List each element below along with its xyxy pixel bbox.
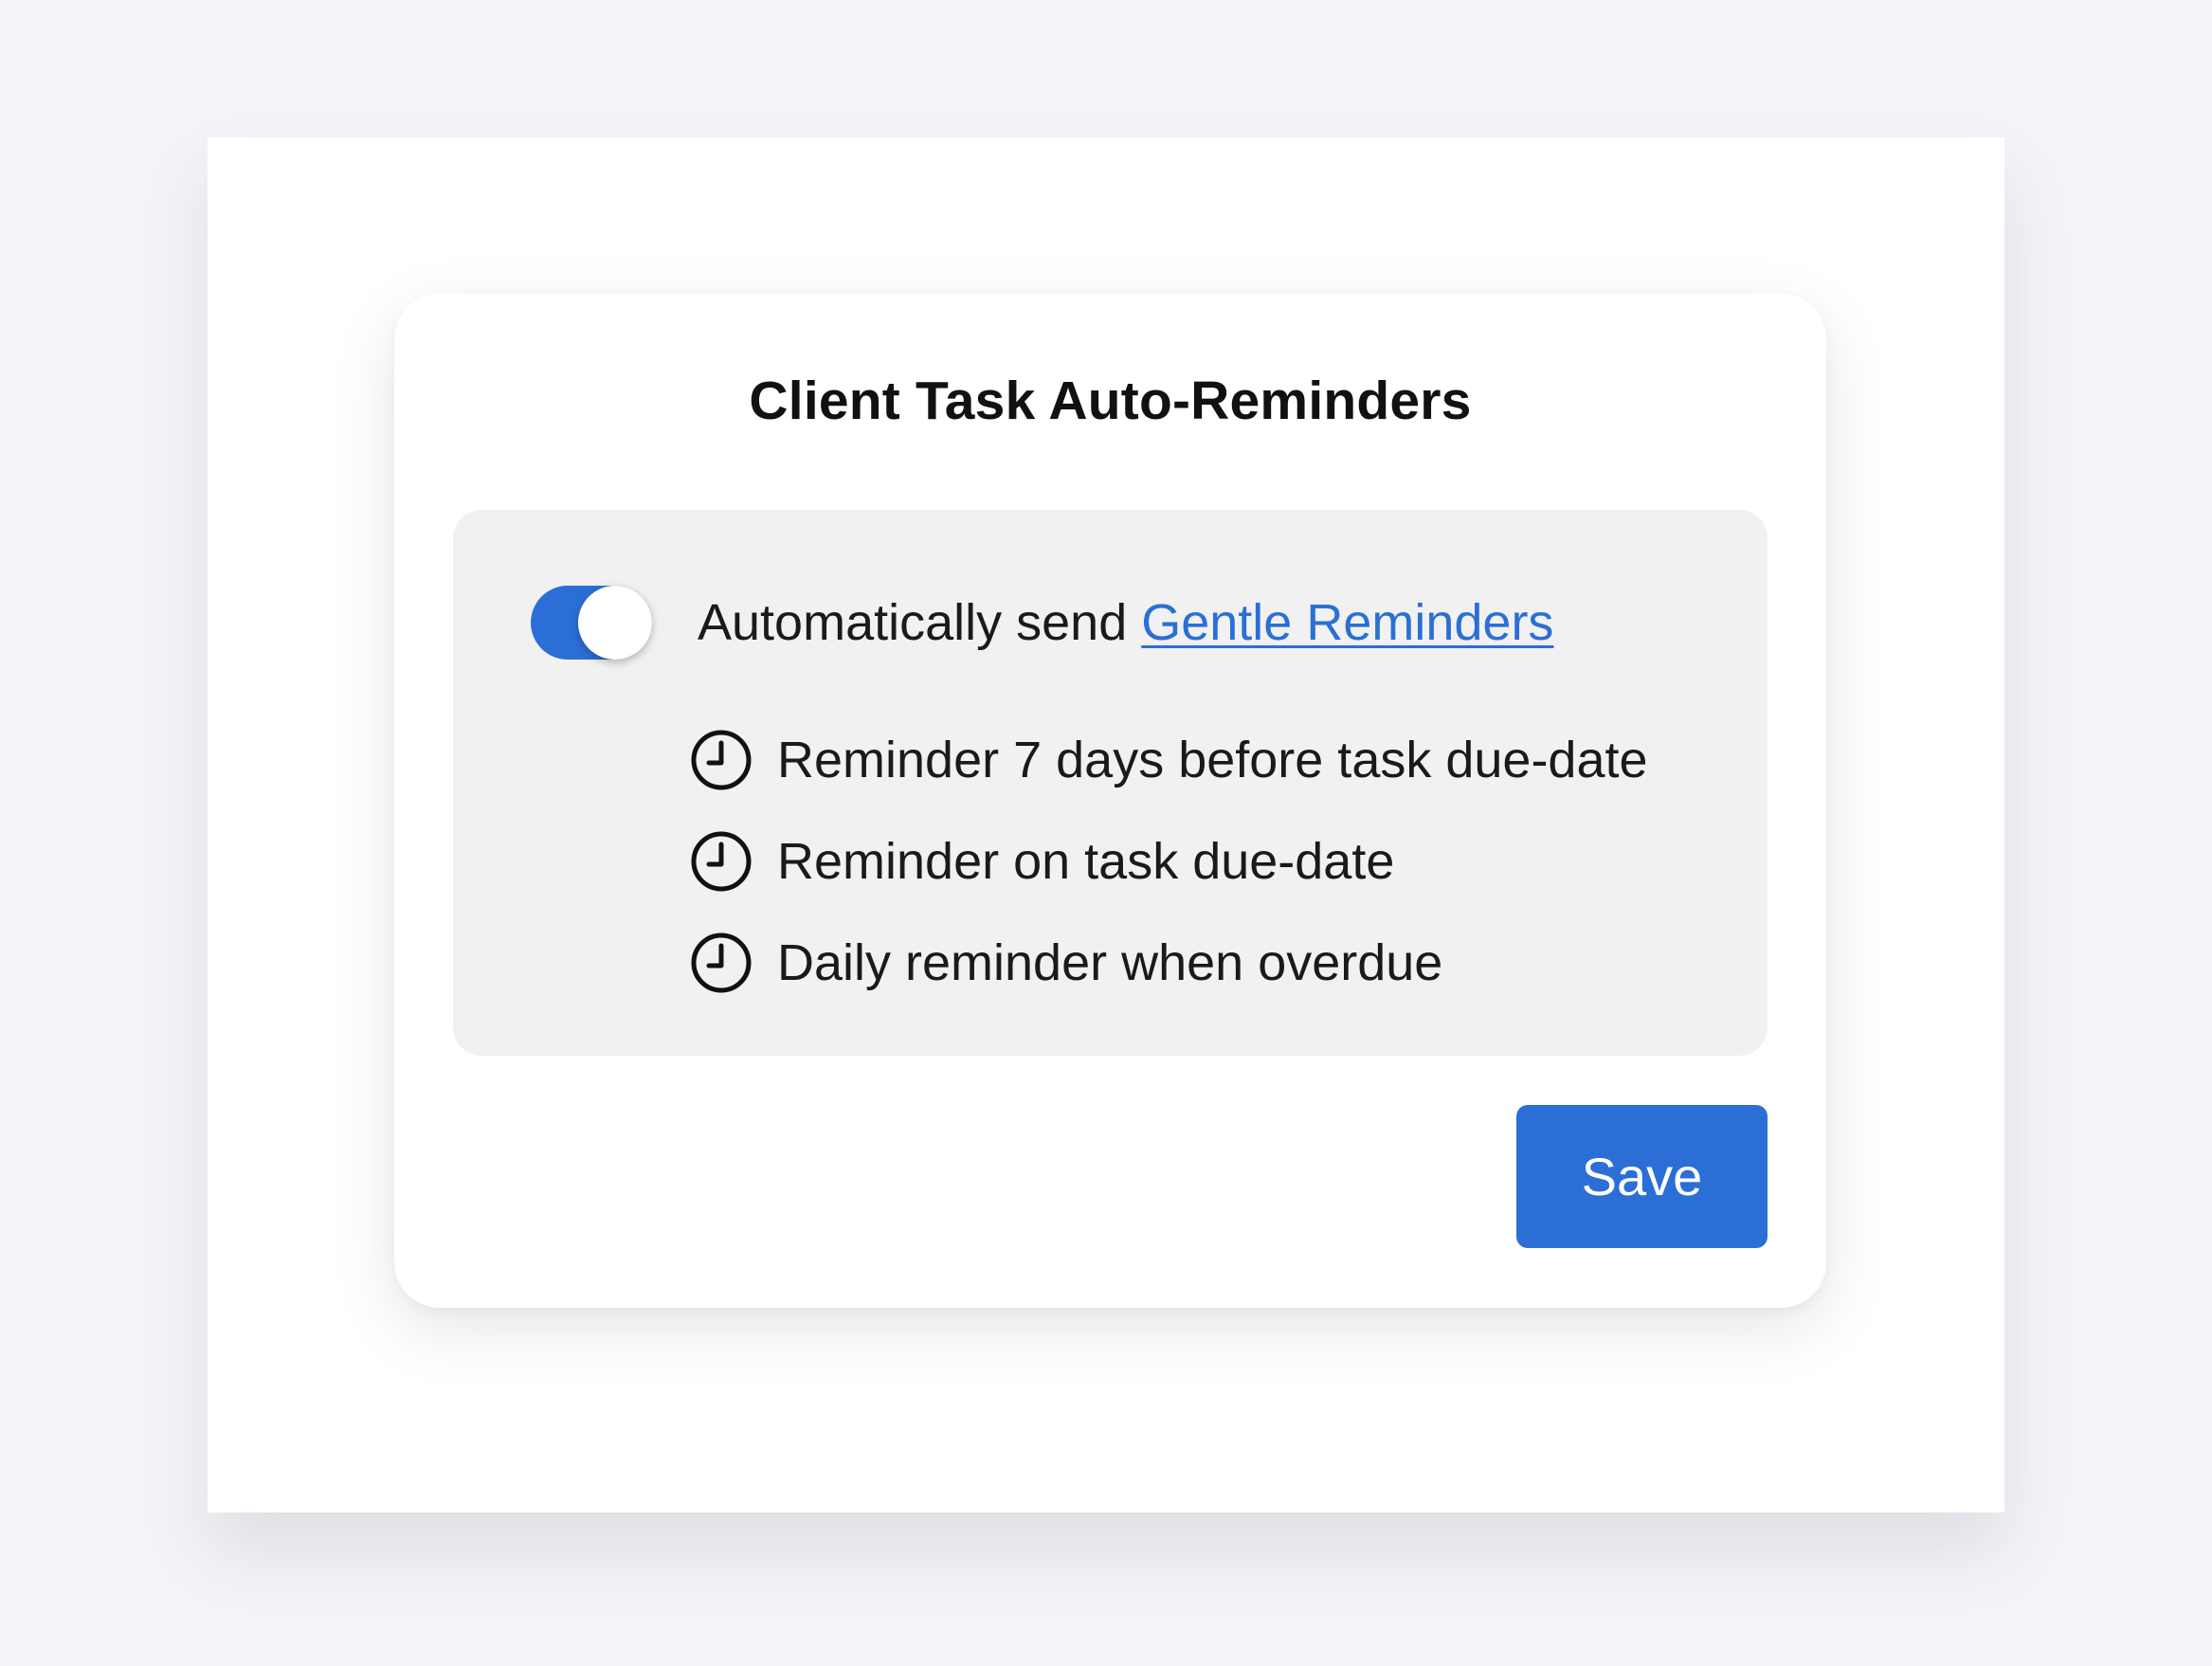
reminder-label: Daily reminder when overdue — [777, 933, 1443, 991]
clock-icon — [690, 729, 752, 791]
auto-send-label: Automatically send Gentle Reminders — [698, 589, 1553, 656]
auto-reminders-toggle[interactable] — [531, 586, 652, 660]
clock-icon — [690, 932, 752, 994]
settings-card: Client Task Auto-Reminders Automatically… — [394, 294, 1826, 1308]
reminder-item: Reminder on task due-date — [690, 810, 1648, 912]
reminder-list: Reminder 7 days before task due-date Rem… — [690, 709, 1648, 1013]
save-button[interactable]: Save — [1516, 1105, 1768, 1248]
reminder-item: Daily reminder when overdue — [690, 912, 1648, 1013]
dialog-title: Client Task Auto-Reminders — [749, 371, 1472, 431]
reminder-label: Reminder 7 days before task due-date — [777, 731, 1648, 788]
clock-icon — [690, 830, 752, 893]
gentle-reminders-link[interactable]: Gentle Reminders — [1141, 594, 1553, 651]
toggle-knob — [578, 586, 652, 660]
reminder-label: Reminder on task due-date — [777, 832, 1395, 890]
reminder-item: Reminder 7 days before task due-date — [690, 709, 1648, 810]
reminder-settings-panel: Automatically send Gentle Reminders Remi… — [453, 510, 1768, 1056]
auto-send-label-prefix: Automatically send — [698, 594, 1142, 651]
